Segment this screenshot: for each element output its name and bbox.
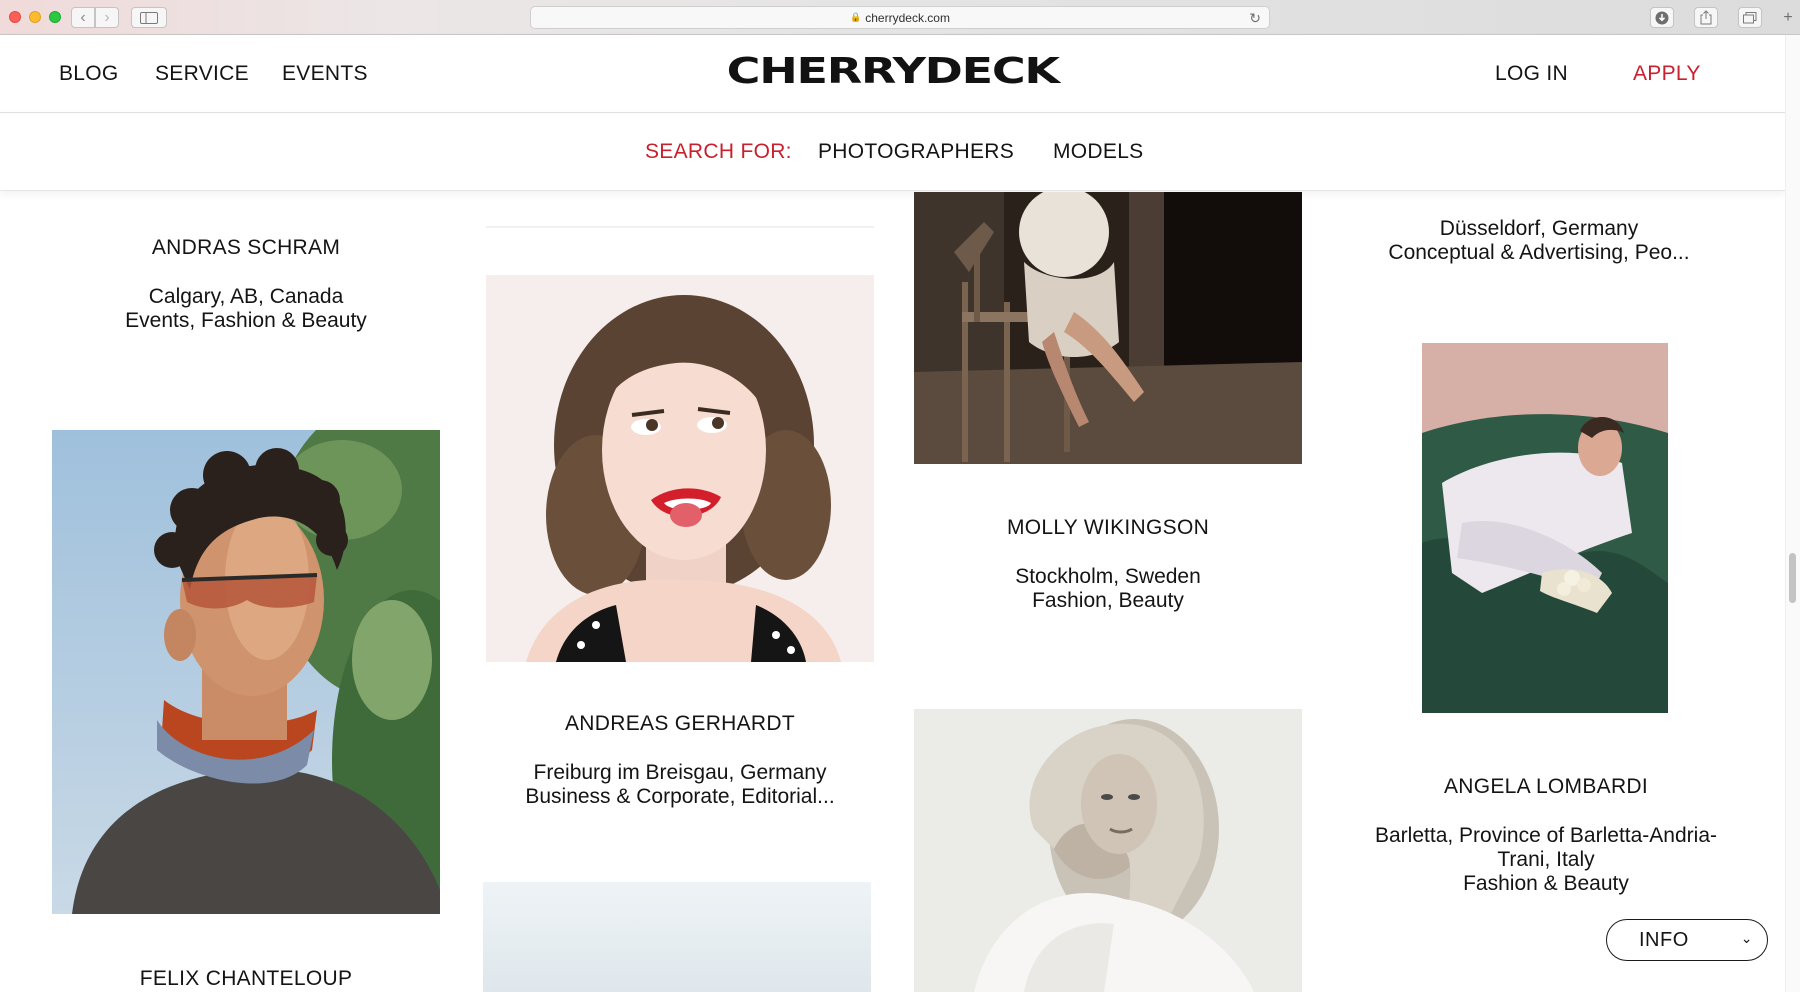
dark-interior-chair-photo [914,192,1302,464]
profile-location-line1: Barletta, Province of Barletta-Andria- [1375,824,1717,847]
profile-name: MOLLY WIKINGSON [1006,516,1210,539]
new-tab-button[interactable]: + [1776,7,1800,28]
lock-icon: 🔒 [850,12,862,22]
scrollbar-thumb[interactable] [1789,553,1796,603]
profile-photo-andreas[interactable] [486,275,874,662]
zoom-window-button[interactable] [49,11,61,23]
profile-specialties: Fashion, Beauty [1032,589,1184,612]
download-icon [1655,11,1669,24]
profile-card-andreas-gerhardt[interactable]: ANDREAS GERHARDT Freiburg im Breisgau, G… [486,712,874,809]
profile-name: FELIX CHANTELOUP [139,967,353,990]
portrait-man-sunglasses [52,430,440,914]
profile-photo-next-bw[interactable] [914,709,1302,992]
back-arrow-icon: ‹ [80,8,86,26]
pale-sky-photo [483,882,871,992]
chevron-down-icon: ⌄ [1740,930,1753,946]
profile-specialties: Events, Fashion & Beauty [125,309,367,332]
search-for-label: SEARCH FOR: [645,140,792,163]
browser-toolbar: ‹ › 🔒 cherrydeck.com ↻ + [0,0,1800,35]
search-models-link[interactable]: MODELS [1053,140,1144,164]
profile-name: ANGELA LOMBARDI [1443,775,1649,798]
info-button-label: INFO [1639,928,1689,951]
profile-location: Stockholm, Sweden [1015,565,1201,588]
plus-icon: + [1783,8,1793,26]
reload-icon[interactable]: ↻ [1249,10,1261,27]
photo-bottom-edge [486,226,874,228]
site-header: BLOG SERVICE EVENTS CHERRYDECK LOG IN AP… [0,35,1785,113]
profile-card-dusseldorf[interactable]: Düsseldorf, Germany Conceptual & Adverti… [1345,217,1733,265]
profile-photo-molly[interactable] [914,192,1302,464]
profile-card-molly-wikingson[interactable]: MOLLY WIKINGSON Stockholm, Sweden Fashio… [914,516,1302,613]
profile-specialties: Conceptual & Advertising, Peo... [1388,241,1690,264]
share-icon [1700,10,1712,25]
profile-location: Calgary, AB, Canada [148,285,344,308]
close-window-button[interactable] [9,11,21,23]
show-tabs-button[interactable] [1738,7,1762,28]
profile-name: ANDRAS SCHRAM [151,236,341,259]
sidebar-icon [140,11,158,24]
forward-button[interactable]: › [95,7,119,28]
url-text: cherrydeck.com [865,10,950,25]
login-link[interactable]: LOG IN [1495,62,1568,86]
download-button[interactable] [1650,7,1674,28]
search-bar: SEARCH FOR: PHOTOGRAPHERS MODELS [0,113,1785,191]
apply-link[interactable]: APPLY [1633,62,1701,86]
profile-location-line2: Trani, Italy [1497,848,1595,871]
profile-specialties: Fashion & Beauty [1463,872,1629,895]
man-on-green-fabric-photo [1422,343,1668,713]
minimize-window-button[interactable] [29,11,41,23]
profile-card-andras-schram[interactable]: ANDRAS SCHRAM Calgary, AB, Canada Events… [52,236,440,333]
forward-arrow-icon: › [104,8,110,26]
profile-name: ANDREAS GERHARDT [565,712,795,735]
profile-specialties: Business & Corporate, Editorial... [525,785,835,808]
bw-portrait-woman-photo [914,709,1302,992]
share-button[interactable] [1694,7,1718,28]
search-photographers-link[interactable]: PHOTOGRAPHERS [818,140,1014,164]
profile-location: Freiburg im Breisgau, Germany [533,761,827,784]
portrait-woman-tongue [486,275,874,662]
profile-photo-angela[interactable] [1422,343,1668,713]
address-bar[interactable]: 🔒 cherrydeck.com ↻ [530,6,1270,29]
profile-card-angela-lombardi[interactable]: ANGELA LOMBARDI Barletta, Province of Ba… [1360,775,1732,896]
profile-card-felix-chanteloup[interactable]: FELIX CHANTELOUP [52,967,440,991]
profile-photo-next[interactable] [483,882,871,992]
back-button[interactable]: ‹ [71,7,95,28]
sidebar-toggle-button[interactable] [131,7,167,28]
profile-photo-felix[interactable] [52,430,440,914]
profile-location: Düsseldorf, Germany [1439,217,1639,240]
info-dropdown-button[interactable]: INFO ⌄ [1606,919,1768,961]
scrollbar-track[interactable] [1785,35,1800,992]
tabs-icon [1743,11,1757,23]
